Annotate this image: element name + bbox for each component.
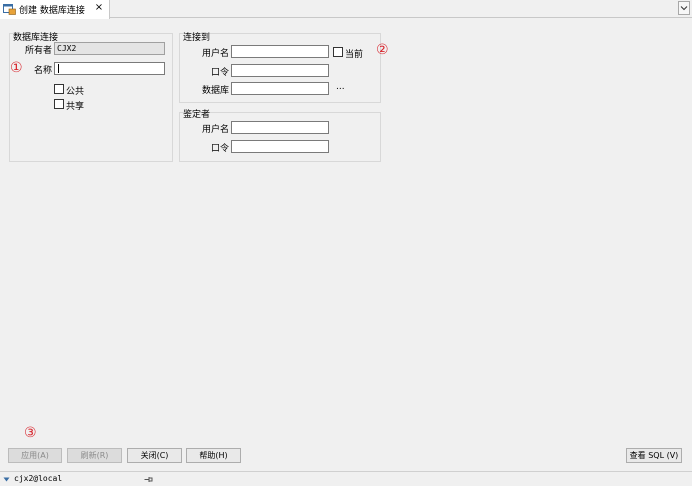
tab-label: 创建 数据库连接 [19, 6, 85, 16]
text-cursor [58, 64, 59, 73]
auth-username-input[interactable] [231, 121, 329, 134]
triangle-down-icon[interactable] [3, 476, 10, 483]
connect-password-label: 口令 [210, 68, 229, 78]
annotation-marker-1: ① [10, 60, 23, 76]
view-sql-button[interactable]: 查看 SQL (V) [626, 448, 682, 463]
chevron-down-icon [680, 6, 688, 11]
status-bar: cjx2@local [0, 471, 692, 486]
close-button[interactable]: 关闭(C) [127, 448, 182, 463]
owner-field: CJX2 [54, 42, 165, 55]
pin-icon[interactable] [144, 476, 153, 483]
connect-username-label: 用户名 [201, 49, 229, 59]
refresh-button[interactable]: 刷新(R) [67, 448, 122, 463]
editor-content: 数据库连接 所有者 CJX2 ① 名称 公共 共享 连接到 用户名 当前 ② 口… [0, 19, 692, 486]
owner-label: 所有者 [24, 46, 52, 56]
public-label: 公共 [66, 87, 85, 97]
name-input[interactable] [54, 62, 165, 75]
annotation-marker-2: ② [376, 42, 389, 58]
auth-password-label: 口令 [210, 144, 229, 154]
connection-status[interactable]: cjx2@local [14, 474, 62, 483]
shared-checkbox[interactable] [54, 99, 64, 109]
tab-list-dropdown-button[interactable] [678, 1, 690, 15]
connect-password-input[interactable] [231, 64, 329, 77]
apply-button[interactable]: 应用(A) [8, 448, 62, 463]
connect-database-label: 数据库 [201, 86, 229, 96]
help-button[interactable]: 帮助(H) [186, 448, 241, 463]
tab-strip: 创建 数据库连接 × [0, 0, 692, 19]
authenticated-by-group-title: 鉴定者 [183, 110, 211, 120]
auth-password-input[interactable] [231, 140, 329, 153]
tab-create-db-link[interactable]: 创建 数据库连接 × [0, 0, 110, 19]
auth-username-label: 用户名 [201, 125, 229, 135]
database-browse-button[interactable]: ... [336, 82, 345, 92]
database-link-icon [3, 4, 16, 15]
current-user-checkbox[interactable] [333, 47, 343, 57]
shared-label: 共享 [66, 102, 85, 112]
connect-database-input[interactable] [231, 82, 329, 95]
public-checkbox[interactable] [54, 84, 64, 94]
current-user-label: 当前 [345, 50, 364, 60]
close-icon[interactable]: × [94, 2, 104, 14]
db-link-group-title: 数据库连接 [13, 33, 59, 43]
connect-to-group-title: 连接到 [183, 33, 211, 43]
annotation-marker-3: ③ [24, 425, 37, 441]
connect-username-input[interactable] [231, 45, 329, 58]
name-label: 名称 [33, 66, 52, 76]
